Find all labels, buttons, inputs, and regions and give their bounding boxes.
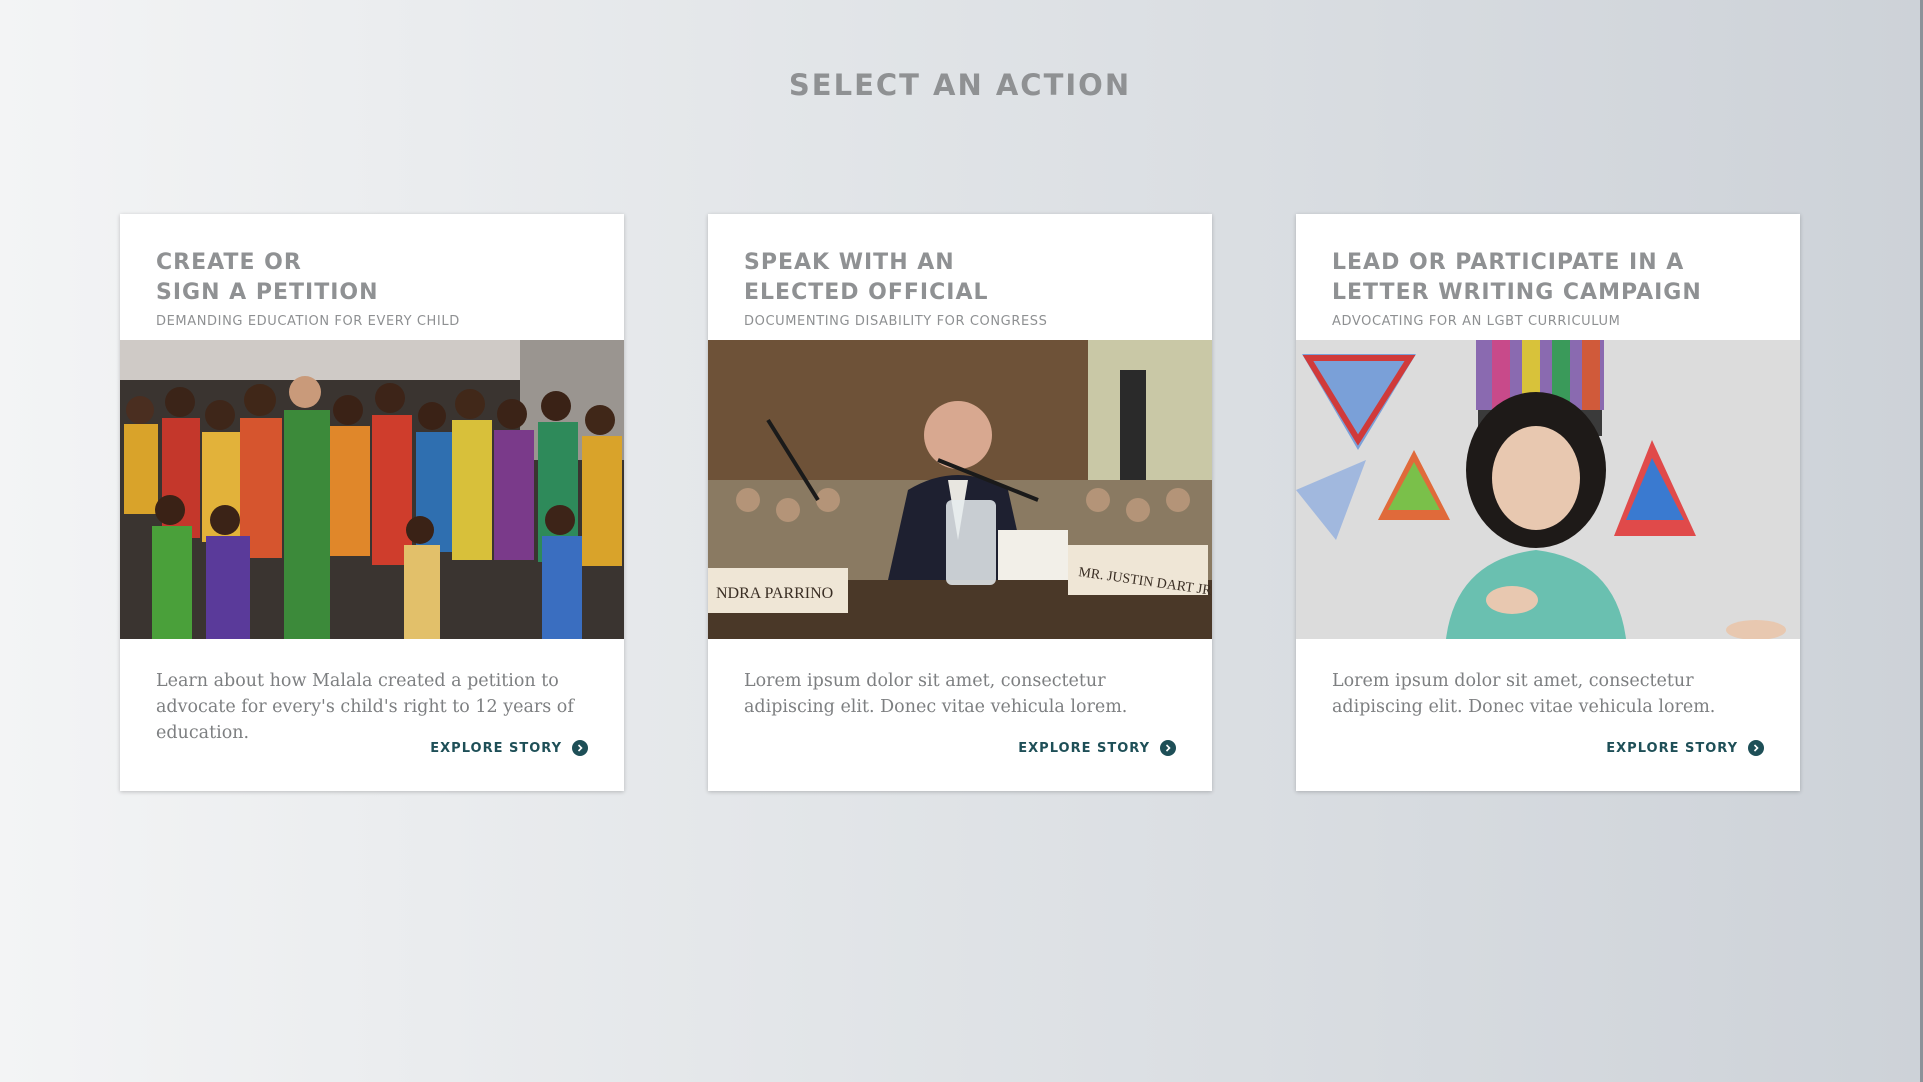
explore-story-link[interactable]: EXPLORE STORY [1018,740,1176,756]
chevron-right-circle-icon [572,740,588,756]
explore-story-label: EXPLORE STORY [1606,740,1738,756]
page-title: SELECT AN ACTION [788,68,1132,102]
chevron-right-circle-icon [1748,740,1764,756]
card-description: Lorem ipsum dolor sit amet, consectetur … [1332,671,1716,717]
action-card-petition[interactable]: CREATE OR SIGN A PETITION DEMANDING EDUC… [120,214,624,791]
chevron-right-circle-icon [1160,740,1176,756]
card-subtitle: DEMANDING EDUCATION FOR EVERY CHILD [156,314,460,329]
card-title: LEAD OR PARTICIPATE IN A LETTER WRITING … [1332,250,1702,305]
card-subtitle: DOCUMENTING DISABILITY FOR CONGRESS [744,314,1048,329]
explore-story-label: EXPLORE STORY [430,740,562,756]
girl-rainbow-drawings-photo [1296,340,1800,639]
action-card-elected-official[interactable]: SPEAK WITH AN ELECTED OFFICIAL DOCUMENTI… [708,214,1212,791]
explore-story-label: EXPLORE STORY [1018,740,1150,756]
crowd-of-children-photo [120,340,624,639]
explore-story-link[interactable]: EXPLORE STORY [1606,740,1764,756]
explore-story-link[interactable]: EXPLORE STORY [430,740,588,756]
action-card-letter-campaign[interactable]: LEAD OR PARTICIPATE IN A LETTER WRITING … [1296,214,1800,791]
hearing-testimony-photo: NDRA PARRINO MR. JUSTIN DART JR [708,340,1212,639]
card-title: CREATE OR SIGN A PETITION [156,250,379,305]
card-subtitle: ADVOCATING FOR AN LGBT CURRICULUM [1332,314,1621,329]
card-description: Lorem ipsum dolor sit amet, consectetur … [744,671,1128,717]
name-plate-text: NDRA PARRINO [716,585,833,602]
card-description: Learn about how Malala created a petitio… [156,671,574,743]
card-title: SPEAK WITH AN ELECTED OFFICIAL [744,250,989,305]
